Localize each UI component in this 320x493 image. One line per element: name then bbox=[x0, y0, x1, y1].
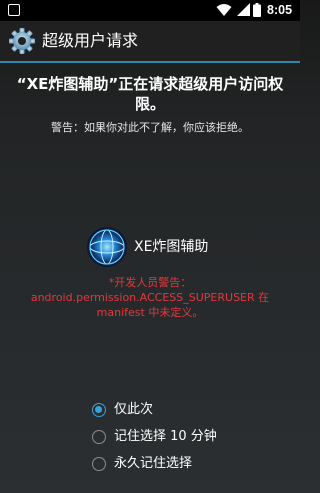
option-forever[interactable]: 永久记住选择 bbox=[92, 453, 282, 477]
developer-warning: *开发人员警告： android.permission.ACCESS_SUPER… bbox=[20, 275, 280, 320]
dev-warning-line-1: *开发人员警告： bbox=[108, 276, 192, 289]
headline-line-1: “XE炸图辅助”正在请求超级用户访问权 bbox=[16, 75, 284, 93]
headline-line-2: 限。 bbox=[134, 95, 165, 113]
app-globe-icon bbox=[87, 227, 127, 267]
radio-checked-icon[interactable] bbox=[92, 403, 106, 417]
battery-icon bbox=[253, 3, 261, 17]
request-headline: “XE炸图辅助”正在请求超级用户访问权 限。 bbox=[16, 74, 284, 114]
dev-warning-line-2: android.permission.ACCESS_SUPERUSER 在 bbox=[30, 291, 270, 304]
radio-unchecked-icon[interactable] bbox=[92, 457, 106, 471]
gear-icon bbox=[9, 28, 35, 54]
signal-icon bbox=[237, 3, 250, 16]
option-forever-label: 永久记住选择 bbox=[114, 456, 193, 471]
option-once[interactable]: 仅此次 bbox=[92, 399, 282, 423]
option-10-minutes[interactable]: 记住选择 10 分钟 bbox=[92, 426, 282, 450]
app-bar: 超级用户请求 bbox=[0, 21, 300, 61]
requesting-app: XE炸图辅助 bbox=[86, 226, 286, 267]
request-warning: 警告：如果你对此不了解，你应该拒绝。 bbox=[51, 121, 249, 134]
app-bar-divider bbox=[0, 61, 300, 63]
option-10-minutes-label: 记住选择 10 分钟 bbox=[114, 429, 217, 444]
option-once-label: 仅此次 bbox=[114, 402, 154, 417]
app-notification-icon bbox=[8, 4, 20, 16]
app-bar-title: 超级用户请求 bbox=[42, 31, 139, 50]
status-bar: 8:05 bbox=[0, 0, 300, 21]
app-name: XE炸图辅助 bbox=[134, 239, 209, 255]
radio-unchecked-icon[interactable] bbox=[92, 430, 106, 444]
dev-warning-line-3: manifest 中未定义。 bbox=[96, 306, 204, 319]
status-time: 8:05 bbox=[267, 3, 293, 17]
wifi-icon bbox=[216, 4, 232, 16]
